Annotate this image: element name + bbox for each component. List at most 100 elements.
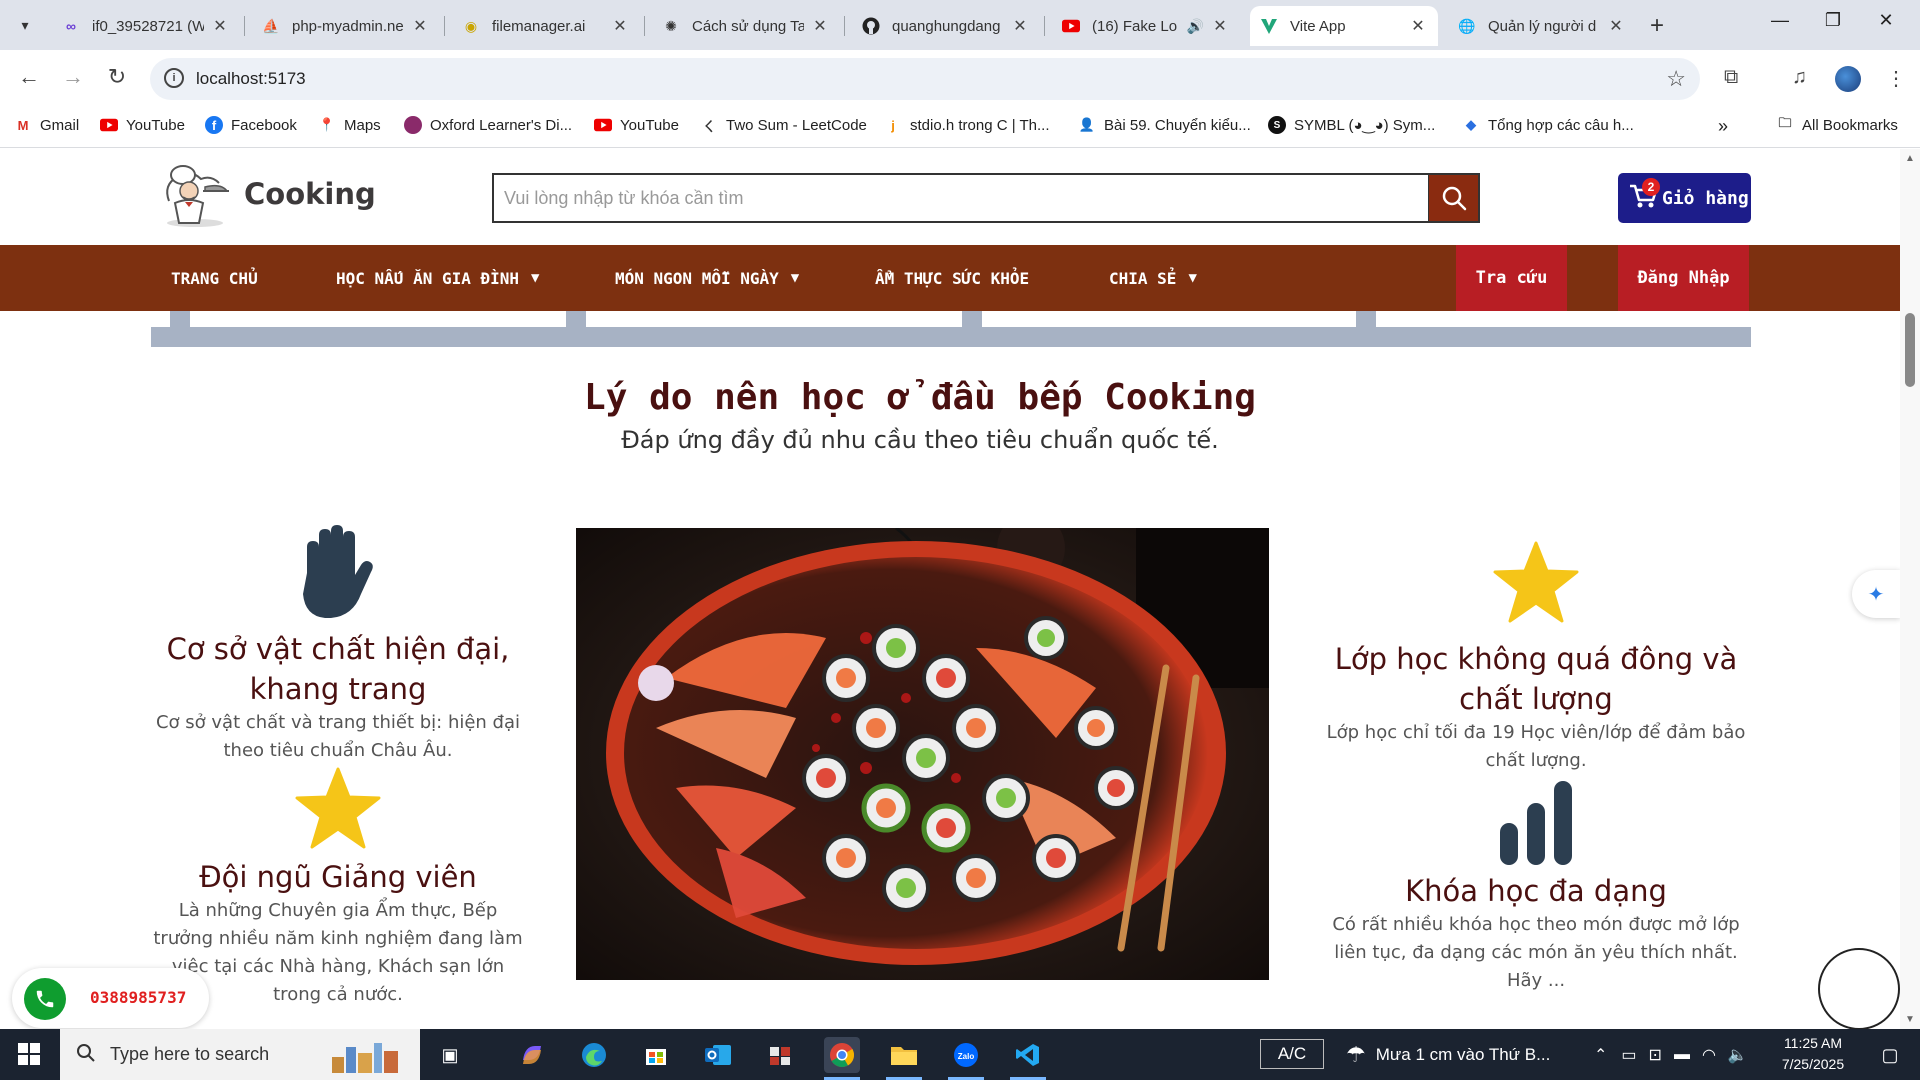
bookmark-bai59[interactable]: 👤 Bài 59. Chuyển kiểu... [1078,116,1251,134]
vscode-icon[interactable] [1010,1037,1046,1073]
new-tab-button[interactable]: + [1650,12,1664,40]
camera-icon[interactable]: ▭ [1621,1045,1636,1065]
tab-search-button[interactable]: ▾ [10,10,40,40]
task-view-icon[interactable]: ▣ [432,1037,468,1073]
close-icon[interactable]: ✕ [1010,16,1030,36]
hotline-widget[interactable]: 0388985737 [12,968,209,1028]
speaker-icon[interactable]: 🔊 [1187,18,1204,35]
cart-button[interactable]: 2 Giỏ hàng [1618,173,1751,223]
store-icon[interactable] [638,1037,674,1073]
media-control-icon[interactable]: ♫ [1792,66,1807,89]
bookmark-leetcode[interactable]: ㄑ Two Sum - LeetCode [700,116,866,134]
site-search-button[interactable] [1429,173,1480,223]
system-clock[interactable]: 11:25 AM 7/25/2025 [1778,1033,1848,1075]
bookmark-facebook[interactable]: f Facebook [205,116,297,134]
extensions-icon[interactable]: ⧉ [1724,66,1738,89]
all-bookmarks[interactable]: 🗀 All Bookmarks [1776,115,1897,134]
hotline-number[interactable]: 0388985737 [90,988,186,1007]
chevron-up-icon[interactable]: ⌃ [1594,1045,1607,1065]
scroll-down-icon[interactable]: ▼ [1905,1014,1915,1025]
bookmark-maps[interactable]: 📍 Maps [318,116,381,134]
tab-3[interactable]: ◉ filemanager.ai ✕ [452,6,640,46]
menu-kebab-icon[interactable]: ⋮ [1886,66,1906,91]
login-button[interactable]: Đăng Nhập [1618,245,1749,311]
ai-assistant-icon[interactable]: ✦ [1852,570,1900,618]
zalo-icon[interactable]: Zalo [948,1037,984,1073]
reload-icon[interactable]: ↻ [102,64,132,90]
outlook-icon[interactable] [700,1037,736,1073]
bookmark-youtube-2[interactable]: YouTube [594,116,679,134]
chat-bubble-button[interactable] [1818,948,1900,1029]
close-icon[interactable]: ✕ [1408,16,1428,36]
filemanager-icon: ◉ [464,17,478,34]
bookmark-gmail[interactable]: M Gmail [14,116,80,134]
tab-1[interactable]: ∞ if0_39528721 (W ✕ [52,6,240,46]
close-icon[interactable]: ✕ [610,16,630,36]
bookmark-label: stdio.h trong C | Th... [910,116,1050,134]
profile-avatar[interactable] [1835,66,1861,92]
restore-icon[interactable]: ❐ [1813,10,1853,31]
tab-5[interactable]: quanghungdang ✕ [852,6,1040,46]
facebook-icon: f [205,116,223,134]
minimize-icon[interactable]: — [1760,10,1800,31]
bookmark-oxford[interactable]: Oxford Learner's Di... [404,116,572,134]
tab-2[interactable]: ⛵ php-myadmin.ne ✕ [252,6,440,46]
ac-indicator[interactable]: A/C [1260,1039,1324,1069]
copilot-icon[interactable] [514,1037,550,1073]
tab-8[interactable]: 🌐 Quản lý người d ✕ [1448,6,1636,46]
scrollbar-thumb[interactable] [1905,313,1915,387]
bookmark-label: SYMBL (◕‿◕) Sym... [1294,117,1436,134]
bookmark-youtube[interactable]: YouTube [100,116,185,134]
menu-item-home-cooking[interactable]: HỌC NẤU ĂN GIA ĐÌNH ▼ [336,245,539,311]
app-icon[interactable] [762,1037,798,1073]
file-explorer-icon[interactable] [886,1037,922,1073]
close-icon[interactable]: ✕ [1606,16,1626,36]
scroll-up-icon[interactable]: ▲ [1905,153,1915,164]
chef-logo-icon[interactable] [155,161,235,231]
bookmarks-overflow-icon[interactable]: » [1718,116,1728,137]
edge-icon[interactable] [576,1037,612,1073]
volume-icon[interactable]: 🔈 [1728,1045,1748,1065]
url-bar[interactable]: i localhost:5173 ☆ [150,58,1700,100]
wifi-icon[interactable]: ◠ [1702,1045,1716,1065]
tab-4[interactable]: ✺ Cách sử dụng Ta ✕ [652,6,840,46]
chrome-icon[interactable] [824,1037,860,1073]
site-info-icon[interactable]: i [164,68,184,88]
close-icon[interactable]: ✕ [410,16,430,36]
menu-item-healthy-food[interactable]: ẨM THỰC SỨC KHỎE [875,245,1029,311]
forward-icon[interactable]: → [58,64,88,90]
site-search-input[interactable] [492,173,1430,223]
bookmark-stdio[interactable]: j stdio.h trong C | Th... [884,116,1050,134]
menu-item-share[interactable]: CHIA SẺ ▼ [1109,245,1197,311]
weather-widget[interactable]: ☂ Mưa 1 cm vào Thứ B... [1346,1029,1550,1080]
search-icon [76,1043,96,1068]
tab-vite-app[interactable]: Vite App ✕ [1250,6,1438,46]
tab-title: Cách sử dụng Ta [692,17,804,35]
page-scrollbar[interactable]: ▲ ▼ [1900,149,1920,1029]
close-icon[interactable]: ✕ [210,16,230,36]
windows-taskbar: Type here to search ▣ Zalo A/C ☂ Mưa 1 c… [0,1029,1920,1080]
star-icon [148,767,528,849]
back-icon[interactable]: ← [14,64,44,90]
window-close-icon[interactable]: ✕ [1866,10,1906,31]
lookup-button[interactable]: Tra cứu [1456,245,1567,311]
windows-start-icon[interactable] [18,1043,40,1070]
battery-icon[interactable]: ▬ [1674,1046,1690,1064]
city-skyline-icon [328,1037,408,1073]
bookmark-symbl[interactable]: S SYMBL (◕‿◕) Sym... [1268,116,1435,134]
url-text[interactable]: localhost:5173 [196,69,306,89]
weather-text: Mưa 1 cm vào Thứ B... [1375,1044,1551,1064]
infinity-icon: ∞ [66,18,76,34]
menu-item-daily-dishes[interactable]: MÓN NGON MỖI NGÀY ▼ [615,245,799,311]
site-logo-text[interactable]: Cooking [244,177,376,211]
phone-icon[interactable] [24,978,66,1020]
taskbar-search[interactable]: Type here to search [60,1029,420,1080]
bookmark-star-icon[interactable]: ☆ [1666,66,1686,92]
bookmark-tonghop[interactable]: ◆ Tổng hợp các câu h... [1462,116,1634,134]
close-icon[interactable]: ✕ [1210,16,1230,36]
notification-icon[interactable]: ▢ [1872,1037,1908,1073]
menu-item-home[interactable]: TRANG CHỦ [171,245,258,311]
close-icon[interactable]: ✕ [810,16,830,36]
tab-6[interactable]: (16) Fake Lo 🔊 ✕ [1052,6,1240,46]
screen-record-icon[interactable]: ⊡ [1649,1045,1662,1065]
